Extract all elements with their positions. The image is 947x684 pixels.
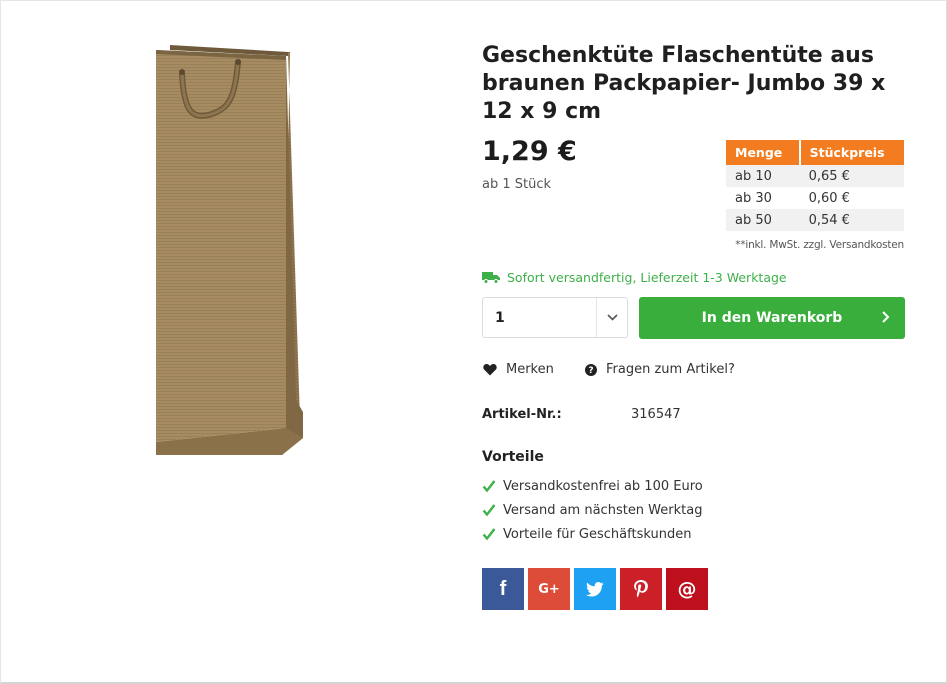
tier-row: ab 50 0,54 € bbox=[726, 209, 904, 231]
quantity-value: 1 bbox=[495, 309, 505, 326]
bottle-bag-illustration bbox=[156, 45, 303, 455]
shipping-text: Sofort versandfertig, Lieferzeit 1-3 Wer… bbox=[507, 270, 787, 285]
tier-row: ab 30 0,60 € bbox=[726, 187, 904, 209]
tier-price-table: Menge Stückpreis ab 10 0,65 € ab 30 0,60… bbox=[726, 140, 904, 231]
share-buttons: f G+ @ bbox=[482, 568, 708, 610]
check-icon bbox=[482, 528, 496, 541]
twitter-icon bbox=[586, 581, 604, 596]
question-circle-icon: ? bbox=[585, 363, 597, 376]
chevron-right-icon bbox=[882, 311, 890, 323]
benefits-heading: Vorteile bbox=[482, 449, 544, 465]
facebook-icon: f bbox=[499, 577, 507, 600]
tier-quantity: ab 50 bbox=[726, 209, 800, 231]
product-price: 1,29 € bbox=[482, 136, 577, 167]
tier-header-quantity: Menge bbox=[726, 140, 800, 165]
tier-price: 0,60 € bbox=[808, 190, 850, 206]
tier-quantity: ab 10 bbox=[726, 165, 800, 187]
ask-question-label: Fragen zum Artikel? bbox=[606, 362, 735, 377]
chevron-down-icon[interactable] bbox=[596, 298, 627, 337]
benefits-list: Versandkostenfrei ab 100 Euro Versand am… bbox=[482, 474, 703, 546]
tier-header-unit-price: Stückpreis bbox=[798, 140, 904, 165]
shipping-info: Sofort versandfertig, Lieferzeit 1-3 Wer… bbox=[482, 270, 787, 285]
ask-question-link[interactable]: ? Fragen zum Artikel? bbox=[585, 362, 735, 377]
benefit-text: Versand am nächsten Werktag bbox=[503, 502, 703, 518]
tier-price: 0,54 € bbox=[799, 209, 904, 231]
tier-price: 0,65 € bbox=[799, 165, 904, 187]
check-icon bbox=[482, 504, 496, 517]
svg-text:?: ? bbox=[588, 366, 593, 376]
list-item: Vorteile für Geschäftskunden bbox=[482, 522, 703, 546]
add-to-cart-label: In den Warenkorb bbox=[701, 310, 843, 326]
list-item: Versand am nächsten Werktag bbox=[482, 498, 703, 522]
benefit-text: Vorteile für Geschäftskunden bbox=[503, 526, 692, 542]
tier-quantity: ab 30 bbox=[735, 190, 772, 206]
product-title: Geschenktüte Flaschentüte aus braunen Pa… bbox=[482, 43, 886, 124]
unit-note: ab 1 Stück bbox=[482, 177, 552, 192]
product-image[interactable] bbox=[100, 40, 360, 460]
truck-icon bbox=[482, 271, 500, 284]
facebook-share-button[interactable]: f bbox=[482, 568, 524, 610]
bookmark-label: Merken bbox=[506, 362, 554, 377]
email-share-button[interactable]: @ bbox=[666, 568, 708, 610]
benefit-text: Versandkostenfrei ab 100 Euro bbox=[503, 478, 703, 494]
add-to-cart-button[interactable]: In den Warenkorb bbox=[639, 297, 905, 339]
pinterest-share-button[interactable] bbox=[620, 568, 662, 610]
list-item: Versandkostenfrei ab 100 Euro bbox=[482, 474, 703, 498]
googleplus-icon: G+ bbox=[538, 581, 560, 597]
vat-note[interactable]: **inkl. MwSt. zzgl. Versandkosten bbox=[735, 239, 904, 251]
googleplus-share-button[interactable]: G+ bbox=[528, 568, 570, 610]
article-number-value: 316547 bbox=[631, 407, 681, 422]
heart-icon bbox=[483, 363, 497, 376]
quantity-select[interactable]: 1 bbox=[482, 297, 628, 338]
pinterest-icon bbox=[634, 580, 648, 598]
bookmark-link[interactable]: Merken bbox=[483, 362, 554, 377]
tier-row: ab 10 0,65 € bbox=[726, 165, 904, 187]
email-icon: @ bbox=[677, 578, 697, 600]
article-number-label: Artikel-Nr.: bbox=[482, 407, 562, 422]
check-icon bbox=[482, 480, 496, 493]
twitter-share-button[interactable] bbox=[574, 568, 616, 610]
